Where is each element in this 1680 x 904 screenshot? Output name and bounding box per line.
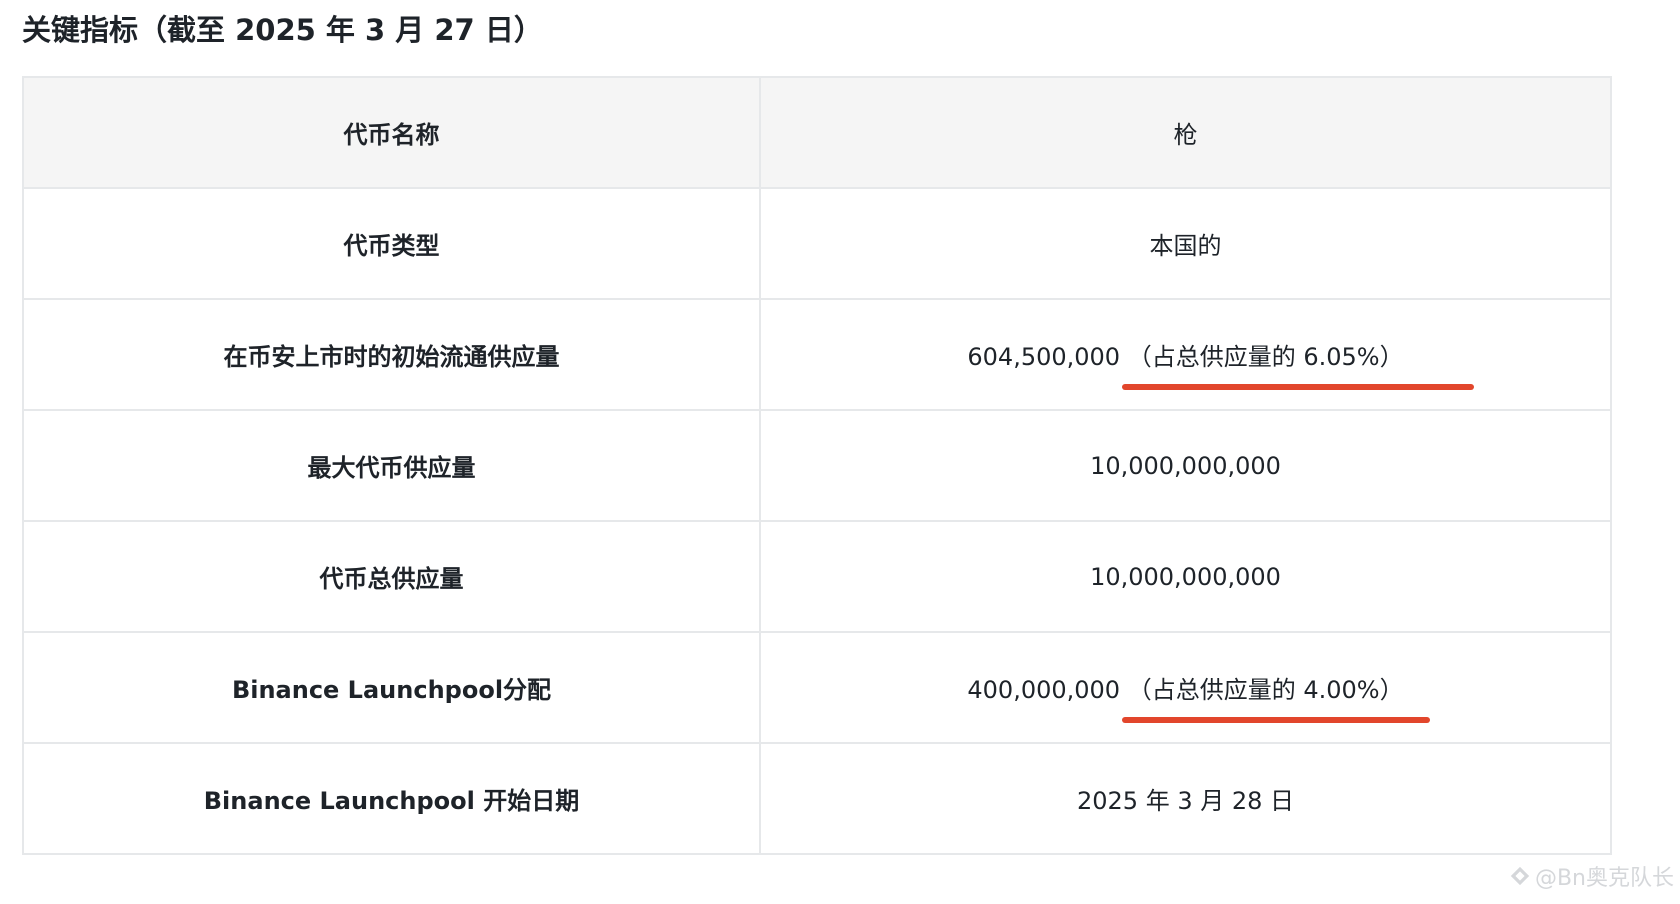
launchpool-allocation-percent-note: （占总供应量的 4.00%） — [1121, 670, 1430, 723]
key-metrics-table: 代币名称 枪 代币类型 本国的 在币安上市时的初始流通供应量 604,500,0… — [22, 76, 1612, 855]
total-supply-label: 代币总供应量 — [22, 520, 761, 633]
table-row: 最大代币供应量 10,000,000,000 — [22, 409, 1612, 522]
initial-circulating-supply-value: 604,500,000 （占总供应量的 6.05%） — [759, 298, 1612, 411]
table-row: 代币类型 本国的 — [22, 187, 1612, 300]
token-name-value: 枪 — [759, 76, 1612, 189]
token-type-text: 本国的 — [1149, 232, 1222, 260]
total-supply-number: 10,000,000,000 — [1090, 562, 1281, 591]
table-header-row: 代币名称 枪 — [22, 76, 1612, 189]
initial-circulating-supply-number: 604,500,000 — [967, 343, 1121, 371]
table-row: Binance Launchpool分配 400,000,000 （占总供应量的… — [22, 631, 1612, 744]
watermark-text: @Bn奥克队长 — [1534, 866, 1674, 891]
token-name-label: 代币名称 — [22, 76, 761, 189]
launchpool-allocation-label: Binance Launchpool分配 — [22, 631, 761, 744]
initial-circulating-supply-label: 在币安上市时的初始流通供应量 — [22, 298, 761, 411]
launchpool-start-date-value: 2025 年 3 月 28 日 — [759, 742, 1612, 855]
launchpool-allocation-number: 400,000,000 — [967, 676, 1121, 704]
token-type-label: 代币类型 — [22, 187, 761, 300]
launchpool-start-date-label: Binance Launchpool 开始日期 — [22, 742, 761, 855]
page-title: 关键指标（截至 2025 年 3 月 27 日） — [22, 13, 543, 47]
max-supply-label: 最大代币供应量 — [22, 409, 761, 522]
table-row: 代币总供应量 10,000,000,000 — [22, 520, 1612, 633]
launchpool-start-date-text: 2025 年 3 月 28 日 — [1076, 787, 1295, 815]
max-supply-value: 10,000,000,000 — [759, 409, 1612, 522]
initial-circulating-supply-percent-note: （占总供应量的 6.05%） — [1121, 337, 1474, 390]
table-row: Binance Launchpool 开始日期 2025 年 3 月 28 日 — [22, 742, 1612, 855]
diamond-logo-icon — [1510, 866, 1530, 886]
total-supply-value: 10,000,000,000 — [759, 520, 1612, 633]
table-row: 在币安上市时的初始流通供应量 604,500,000 （占总供应量的 6.05%… — [22, 298, 1612, 411]
token-type-value: 本国的 — [759, 187, 1612, 300]
watermark: @Bn奥克队长 — [1509, 860, 1674, 892]
launchpool-allocation-value: 400,000,000 （占总供应量的 4.00%） — [759, 631, 1612, 744]
max-supply-number: 10,000,000,000 — [1090, 451, 1281, 480]
